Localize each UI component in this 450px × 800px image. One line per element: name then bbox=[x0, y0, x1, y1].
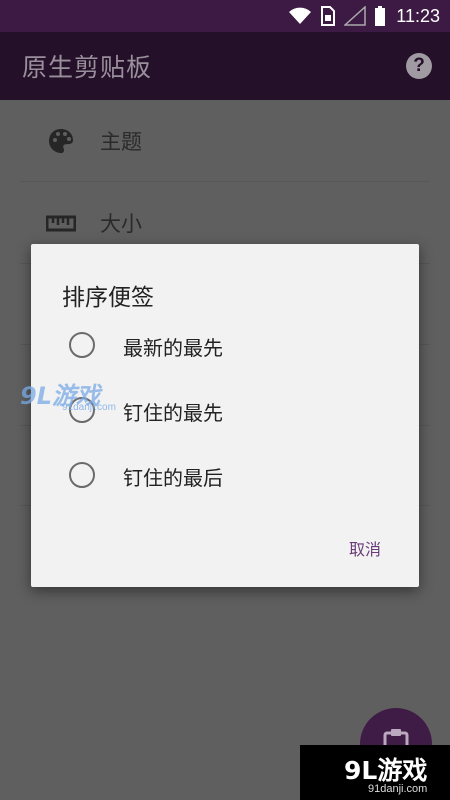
sim-card-icon bbox=[321, 6, 336, 26]
signal-icon bbox=[344, 6, 367, 26]
settings-item-theme[interactable]: 主题 bbox=[20, 100, 430, 182]
ruler-icon bbox=[46, 215, 76, 232]
sort-option-pinned-last[interactable]: 钉住的最后 bbox=[55, 449, 395, 501]
app-title: 原生剪贴板 bbox=[22, 53, 153, 82]
radio-button[interactable] bbox=[69, 462, 95, 488]
status-bar: 11:23 bbox=[0, 0, 450, 32]
app-bar: 原生剪贴板 ? bbox=[0, 32, 450, 100]
battery-icon bbox=[375, 6, 386, 26]
help-icon[interactable]: ? bbox=[406, 53, 432, 79]
status-icons: 11:23 bbox=[288, 0, 440, 32]
radio-button[interactable] bbox=[69, 332, 95, 358]
watermark-logo: 9L游戏 91danji.com bbox=[300, 745, 450, 800]
watermark-url: 91danji.com bbox=[62, 402, 116, 413]
dialog-title: 排序便签 bbox=[62, 285, 154, 311]
watermark-overlay: 9L游戏 91danji.com bbox=[20, 376, 140, 416]
option-label: 最新的最先 bbox=[123, 336, 223, 360]
settings-item-label: 主题 bbox=[100, 130, 142, 154]
sort-option-newest-first[interactable]: 最新的最先 bbox=[55, 319, 395, 371]
palette-icon bbox=[49, 129, 73, 153]
status-time: 11:23 bbox=[396, 5, 440, 26]
cancel-button[interactable]: 取消 bbox=[349, 536, 381, 560]
watermark-text: 9L游戏 bbox=[344, 756, 428, 785]
option-label: 钉住的最后 bbox=[123, 466, 223, 490]
wifi-icon bbox=[289, 7, 312, 24]
watermark-url: 91danji.com bbox=[368, 783, 428, 795]
settings-item-label: 大小 bbox=[100, 212, 142, 236]
